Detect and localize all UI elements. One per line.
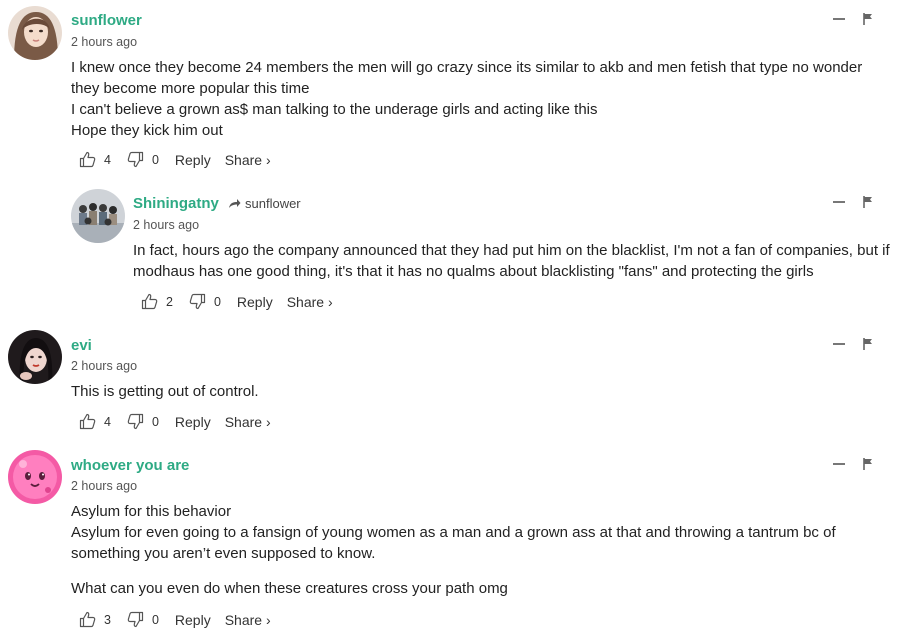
comment: sunflower 2 hours ago I knew once they b… bbox=[0, 0, 904, 180]
reply-button[interactable]: Reply bbox=[175, 414, 211, 430]
comment: whoever you are 2 hours ago Asylum for t… bbox=[0, 445, 904, 640]
share-button[interactable]: Share › bbox=[225, 612, 271, 628]
reply-to[interactable]: sunflower bbox=[228, 196, 301, 211]
comment-actions: 2 0 Reply Share › bbox=[141, 293, 347, 310]
comment: evi 2 hours ago This is getting out of c… bbox=[0, 325, 904, 445]
upvote-count: 2 bbox=[166, 294, 173, 309]
upvote-button[interactable]: 3 bbox=[79, 611, 111, 628]
downvote-count: 0 bbox=[213, 294, 221, 309]
comment-controls bbox=[833, 13, 873, 25]
thumbs-up-icon bbox=[141, 293, 158, 310]
comment-username[interactable]: whoever you are bbox=[71, 457, 189, 474]
downvote-button[interactable]: 0 bbox=[127, 611, 159, 628]
comment-line: Asylum for this behavior bbox=[71, 503, 232, 520]
downvote-button[interactable]: 0 bbox=[127, 413, 159, 430]
upvote-button[interactable]: 4 bbox=[79, 151, 111, 168]
thumbs-down-icon bbox=[127, 611, 144, 628]
minimize-icon[interactable] bbox=[833, 463, 845, 465]
comment-body: This is getting out of control. bbox=[71, 381, 871, 402]
downvote-count: 0 bbox=[151, 152, 159, 167]
thumbs-up-icon bbox=[79, 611, 96, 628]
flag-icon[interactable] bbox=[863, 196, 873, 208]
downvote-button[interactable]: 0 bbox=[189, 293, 221, 310]
flag-icon[interactable] bbox=[863, 338, 873, 350]
thumbs-up-icon bbox=[79, 413, 96, 430]
minimize-icon[interactable] bbox=[833, 343, 845, 345]
comment-line: I knew once they become 24 members the m… bbox=[71, 59, 863, 97]
comment-timestamp[interactable]: 2 hours ago bbox=[133, 218, 199, 232]
minimize-icon[interactable] bbox=[833, 18, 845, 20]
upvote-count: 3 bbox=[104, 612, 111, 627]
comment-controls bbox=[833, 338, 873, 350]
avatar[interactable] bbox=[8, 330, 62, 384]
comment-body: I knew once they become 24 members the m… bbox=[71, 57, 871, 141]
thumbs-down-icon bbox=[127, 151, 144, 168]
flag-icon[interactable] bbox=[863, 13, 873, 25]
comment-timestamp[interactable]: 2 hours ago bbox=[71, 479, 137, 493]
reply-button[interactable]: Reply bbox=[175, 152, 211, 168]
comment-line: This is getting out of control. bbox=[71, 383, 259, 400]
upvote-button[interactable]: 4 bbox=[79, 413, 111, 430]
reply-button[interactable]: Reply bbox=[237, 294, 273, 310]
comment-timestamp[interactable]: 2 hours ago bbox=[71, 359, 137, 373]
comment-actions: 3 0 Reply Share › bbox=[79, 611, 285, 628]
comment-controls bbox=[833, 458, 873, 470]
comment-reply: Shiningatny sunflower 2 hours ago In fac… bbox=[0, 180, 904, 320]
downvote-count: 0 bbox=[151, 414, 159, 429]
comment-line: What can you even do when these creature… bbox=[71, 580, 508, 597]
comment-body: Asylum for this behavior Asylum for even… bbox=[71, 501, 871, 599]
reply-button[interactable]: Reply bbox=[175, 612, 211, 628]
comment-line: I can't believe a grown as$ man talking … bbox=[71, 101, 598, 118]
comment-actions: 4 0 Reply Share › bbox=[79, 413, 285, 430]
share-button[interactable]: Share › bbox=[225, 414, 271, 430]
minimize-icon[interactable] bbox=[833, 201, 845, 203]
comment-line bbox=[71, 564, 871, 578]
upvote-count: 4 bbox=[104, 414, 111, 429]
flag-icon[interactable] bbox=[863, 458, 873, 470]
comment-body: In fact, hours ago the company announced… bbox=[133, 240, 899, 282]
thumbs-up-icon bbox=[79, 151, 96, 168]
comment-line: In fact, hours ago the company announced… bbox=[133, 242, 890, 280]
avatar[interactable] bbox=[8, 6, 62, 60]
downvote-button[interactable]: 0 bbox=[127, 151, 159, 168]
upvote-count: 4 bbox=[104, 152, 111, 167]
comment-username[interactable]: sunflower bbox=[71, 12, 142, 29]
comment-username[interactable]: evi bbox=[71, 337, 92, 354]
comment-username[interactable]: Shiningatny bbox=[133, 195, 219, 212]
comment-line: Asylum for even going to a fansign of yo… bbox=[71, 524, 836, 562]
share-button[interactable]: Share › bbox=[225, 152, 271, 168]
comment-controls bbox=[833, 196, 873, 208]
comment-line: Hope they kick him out bbox=[71, 122, 223, 139]
upvote-button[interactable]: 2 bbox=[141, 293, 173, 310]
reply-arrow-icon bbox=[229, 199, 241, 208]
thumbs-down-icon bbox=[189, 293, 206, 310]
thumbs-down-icon bbox=[127, 413, 144, 430]
reply-to-username: sunflower bbox=[245, 196, 301, 211]
comment-timestamp[interactable]: 2 hours ago bbox=[71, 35, 137, 49]
share-button[interactable]: Share › bbox=[287, 294, 333, 310]
comment-actions: 4 0 Reply Share › bbox=[79, 151, 285, 168]
avatar[interactable] bbox=[8, 450, 62, 504]
downvote-count: 0 bbox=[151, 612, 159, 627]
avatar[interactable] bbox=[71, 189, 125, 243]
